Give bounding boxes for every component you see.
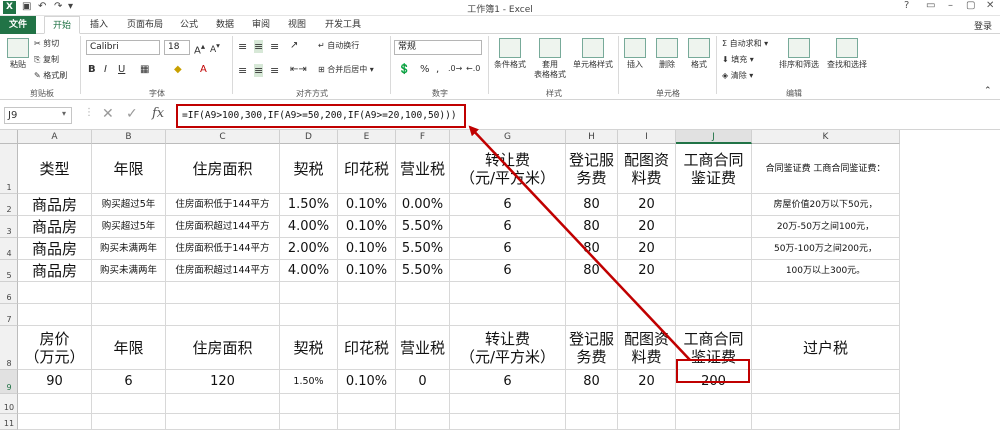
annotation-arrow [468,125,691,361]
